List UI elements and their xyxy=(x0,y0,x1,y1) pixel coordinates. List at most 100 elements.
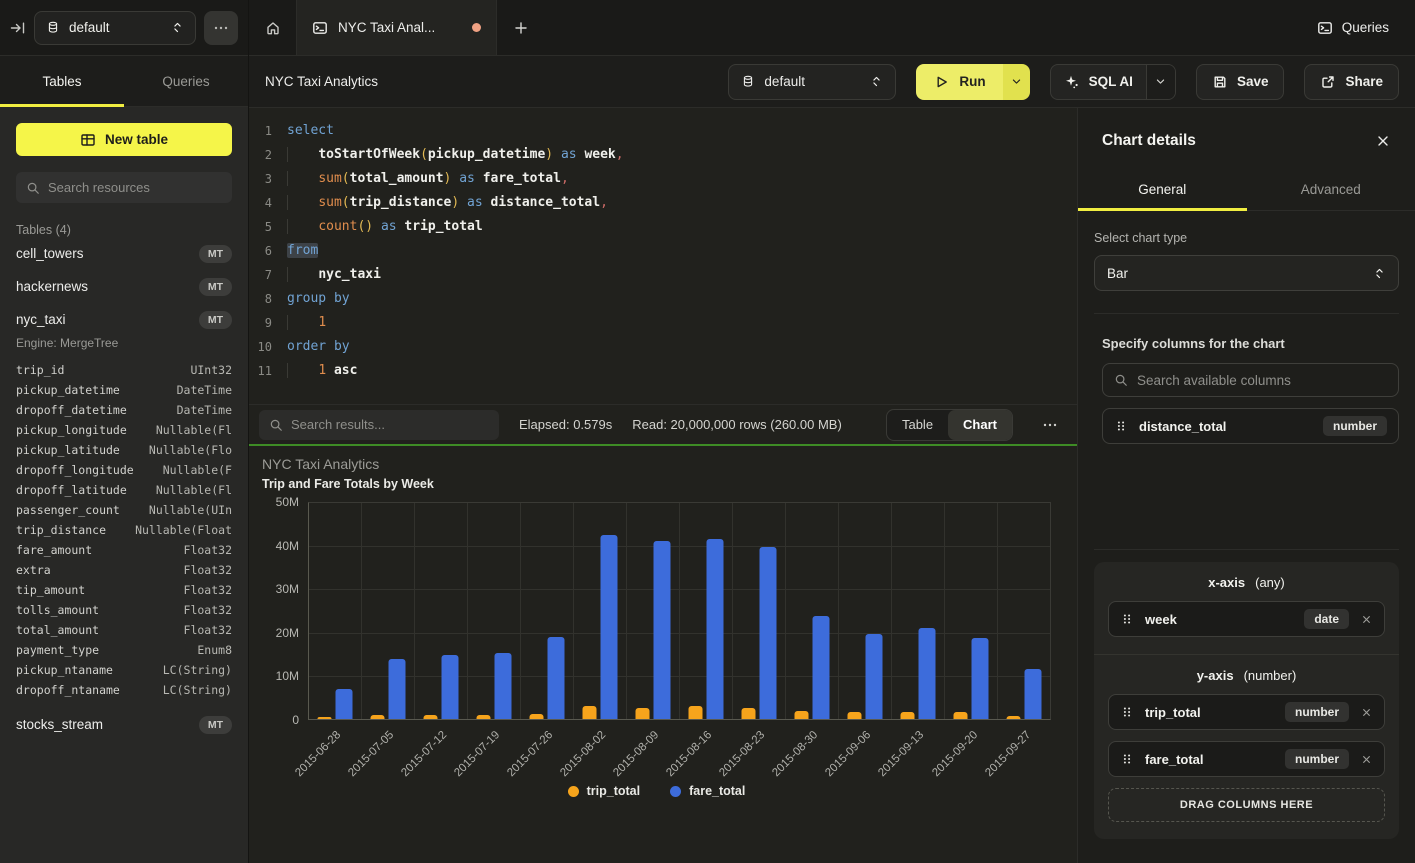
bar-fare-total[interactable] xyxy=(760,547,777,719)
table-column-row[interactable]: pickup_ntanameLC(String) xyxy=(16,660,232,680)
table-column-row[interactable]: total_amountFloat32 xyxy=(16,620,232,640)
query-tab-active[interactable]: NYC Taxi Anal... xyxy=(296,0,497,55)
sidebar-tab-queries[interactable]: Queries xyxy=(124,56,248,106)
bar-trip-total[interactable] xyxy=(954,712,968,719)
column-chip[interactable]: distance_totalnumber xyxy=(1102,408,1399,444)
run-options-button[interactable] xyxy=(1003,64,1030,100)
bar-trip-total[interactable] xyxy=(742,708,756,719)
chart-type-select[interactable]: Bar xyxy=(1094,255,1399,291)
table-column-row[interactable]: passenger_countNullable(UIn xyxy=(16,500,232,520)
bar-trip-total[interactable] xyxy=(371,715,385,719)
bar-fare-total[interactable] xyxy=(972,638,989,719)
y-tick-label: 30M xyxy=(276,582,299,596)
column-chip[interactable]: trip_totalnumber xyxy=(1108,694,1385,730)
column-name: pickup_ntaname xyxy=(16,660,113,680)
new-query-tab-button[interactable] xyxy=(497,0,545,55)
bar-trip-total[interactable] xyxy=(795,711,809,719)
bar-fare-total[interactable] xyxy=(707,539,724,719)
bar-trip-total[interactable] xyxy=(583,706,597,719)
chart-details-header: Chart details xyxy=(1078,108,1415,168)
bar-fare-total[interactable] xyxy=(866,634,883,719)
sql-editor[interactable]: 1select2 toStartOfWeek(pickup_datetime) … xyxy=(249,108,1077,404)
table-row[interactable]: stocks_streamMT xyxy=(16,708,232,741)
table-row[interactable]: cell_towersMT xyxy=(16,237,232,270)
table-name: stocks_stream xyxy=(16,717,103,732)
column-chip[interactable]: fare_totalnumber xyxy=(1108,741,1385,777)
bar-trip-total[interactable] xyxy=(901,712,915,719)
bar-fare-total[interactable] xyxy=(495,653,512,719)
bar-trip-total[interactable] xyxy=(318,717,332,719)
results-search-input[interactable] xyxy=(291,417,489,432)
table-column-row[interactable]: trip_idUInt32 xyxy=(16,360,232,380)
save-button[interactable]: Save xyxy=(1196,64,1285,100)
table-column-row[interactable]: pickup_datetimeDateTime xyxy=(16,380,232,400)
table-column-row[interactable]: dropoff_ntanameLC(String) xyxy=(16,680,232,700)
query-tab-title: NYC Taxi Anal... xyxy=(338,20,462,35)
bar-pair xyxy=(583,535,618,719)
remove-column-icon[interactable] xyxy=(1360,613,1373,626)
bar-fare-total[interactable] xyxy=(654,541,671,719)
table-column-row[interactable]: tip_amountFloat32 xyxy=(16,580,232,600)
table-column-row[interactable]: pickup_longitudeNullable(Fl xyxy=(16,420,232,440)
bar-fare-total[interactable] xyxy=(919,628,936,719)
bar-fare-total[interactable] xyxy=(336,689,353,719)
column-chip[interactable]: weekdate xyxy=(1108,601,1385,637)
table-column-row[interactable]: dropoff_datetimeDateTime xyxy=(16,400,232,420)
bar-fare-total[interactable] xyxy=(442,655,459,719)
columns-search-input[interactable] xyxy=(1137,373,1387,388)
legend-item[interactable]: fare_total xyxy=(670,784,745,798)
bar-trip-total[interactable] xyxy=(1007,716,1021,719)
bar-trip-total[interactable] xyxy=(530,714,544,719)
terminal-icon xyxy=(1317,20,1333,36)
table-column-row[interactable]: fare_amountFloat32 xyxy=(16,540,232,560)
table-column-row[interactable]: trip_distanceNullable(Float xyxy=(16,520,232,540)
bar-fare-total[interactable] xyxy=(1025,669,1042,719)
column-type-badge: number xyxy=(1285,749,1349,769)
remove-column-icon[interactable] xyxy=(1360,753,1373,766)
toggle-chart[interactable]: Chart xyxy=(948,410,1012,440)
run-label: Run xyxy=(959,74,985,89)
sql-ai-button[interactable]: SQL AI xyxy=(1051,65,1146,99)
table-row[interactable]: nyc_taxiMT xyxy=(16,303,232,336)
drop-zone[interactable]: DRAG COLUMNS HERE xyxy=(1108,788,1385,822)
bar-trip-total[interactable] xyxy=(477,715,491,719)
table-row[interactable]: hackernewsMT xyxy=(16,270,232,303)
tab-advanced[interactable]: Advanced xyxy=(1247,168,1415,210)
bar-fare-total[interactable] xyxy=(813,616,830,719)
bar-trip-total[interactable] xyxy=(689,706,703,719)
table-column-row[interactable]: tolls_amountFloat32 xyxy=(16,600,232,620)
bar-trip-total[interactable] xyxy=(424,715,438,719)
bar-trip-total[interactable] xyxy=(636,708,650,719)
table-column-row[interactable]: dropoff_latitudeNullable(Fl xyxy=(16,480,232,500)
resource-search-input[interactable] xyxy=(48,180,222,195)
results-more-button[interactable] xyxy=(1033,417,1067,433)
bar-pair xyxy=(901,628,936,719)
toggle-table[interactable]: Table xyxy=(887,410,948,440)
remove-column-icon[interactable] xyxy=(1360,706,1373,719)
run-button[interactable]: Run xyxy=(916,64,1002,100)
bar-fare-total[interactable] xyxy=(601,535,618,719)
toolbar-database-selector[interactable]: default xyxy=(728,64,896,100)
table-column-row[interactable]: dropoff_longitudeNullable(F xyxy=(16,460,232,480)
bar-trip-total[interactable] xyxy=(848,712,862,719)
bar-fare-total[interactable] xyxy=(548,637,565,719)
chart-details-title: Chart details xyxy=(1102,132,1196,150)
share-button[interactable]: Share xyxy=(1304,64,1399,100)
home-button[interactable] xyxy=(249,0,296,55)
sql-ai-options-button[interactable] xyxy=(1146,65,1175,99)
editor-line: 7 nyc_taxi xyxy=(249,263,1077,287)
queries-button[interactable]: Queries xyxy=(1291,20,1415,36)
table-columns-list: trip_idUInt32pickup_datetimeDateTimedrop… xyxy=(16,360,232,700)
table-column-row[interactable]: extraFloat32 xyxy=(16,560,232,580)
sidebar-tab-tables[interactable]: Tables xyxy=(0,56,124,106)
sidebar-database-selector[interactable]: default xyxy=(34,11,196,45)
collapse-sidebar-button[interactable] xyxy=(10,20,26,36)
new-table-button[interactable]: New table xyxy=(16,123,232,156)
table-column-row[interactable]: payment_typeEnum8 xyxy=(16,640,232,660)
sidebar-more-button[interactable] xyxy=(204,11,238,45)
tab-general[interactable]: General xyxy=(1078,168,1247,210)
bar-fare-total[interactable] xyxy=(389,659,406,719)
legend-item[interactable]: trip_total xyxy=(568,784,640,798)
table-column-row[interactable]: pickup_latitudeNullable(Flo xyxy=(16,440,232,460)
close-icon[interactable] xyxy=(1375,133,1391,149)
